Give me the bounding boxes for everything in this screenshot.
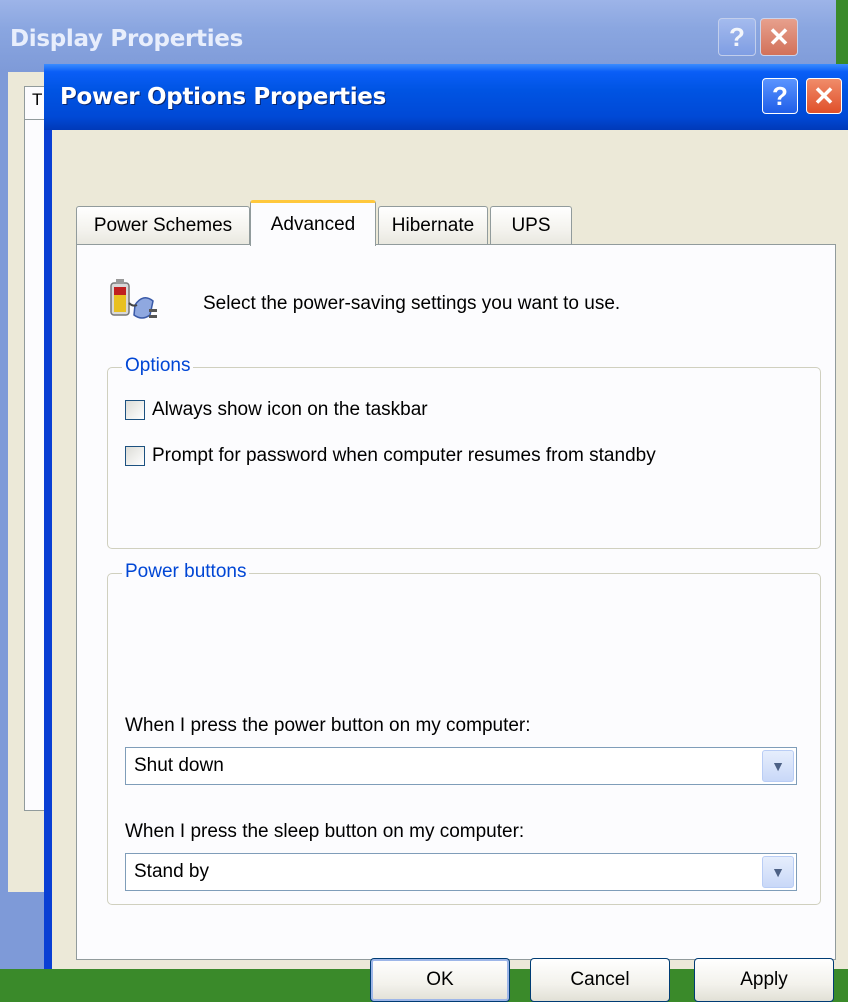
checkbox-box[interactable] [125, 400, 145, 420]
checkbox-label: Always show icon on the taskbar [152, 399, 428, 420]
power-options-titlebar[interactable]: Power Options Properties ? ✕ [44, 64, 848, 130]
window-title: Power Options Properties [60, 84, 386, 110]
ok-button-label: OK [426, 969, 454, 990]
display-tab-peek-label: T [32, 90, 43, 109]
tab-label: UPS [511, 214, 551, 236]
power-options-window: Power Options Properties ? ✕ Power Schem… [44, 64, 848, 1002]
display-properties-title: Display Properties [10, 26, 244, 52]
apply-button[interactable]: Apply [694, 958, 834, 1002]
chevron-down-icon[interactable]: ▼ [762, 750, 794, 782]
dialog-body: Power Schemes Advanced Hibernate UPS Sel… [52, 130, 848, 1002]
help-button[interactable]: ? [762, 78, 798, 114]
power-button-label: When I press the power button on my comp… [125, 715, 531, 736]
close-icon: ✕ [813, 80, 835, 111]
cancel-button-label: Cancel [570, 969, 630, 990]
help-icon: ? [729, 21, 745, 52]
chevron-down-icon[interactable]: ▼ [762, 856, 794, 888]
advanced-tab-panel: Select the power-saving settings you wan… [76, 244, 836, 960]
prompt-password-checkbox[interactable]: Prompt for password when computer resume… [125, 445, 656, 467]
checkbox-box[interactable] [125, 446, 145, 466]
always-show-icon-checkbox[interactable]: Always show icon on the taskbar [125, 399, 428, 421]
power-button-select[interactable]: Shut down ▼ [125, 747, 797, 785]
tab-advanced[interactable]: Advanced [250, 200, 376, 246]
sleep-button-select[interactable]: Stand by ▼ [125, 853, 797, 891]
sleep-button-value: Stand by [134, 861, 209, 882]
power-buttons-group-label: Power buttons [122, 561, 250, 583]
tab-label: Advanced [270, 213, 356, 235]
close-icon: ✕ [768, 21, 790, 52]
options-group-label: Options [122, 355, 194, 377]
intro-text: Select the power-saving settings you wan… [203, 293, 621, 314]
power-button-value: Shut down [134, 755, 224, 776]
checkbox-label: Prompt for password when computer resume… [152, 445, 656, 466]
tab-ups[interactable]: UPS [490, 206, 572, 244]
tab-label: Power Schemes [93, 214, 233, 236]
tab-label: Hibernate [391, 214, 475, 236]
tab-hibernate[interactable]: Hibernate [378, 206, 488, 244]
help-icon: ? [772, 80, 788, 111]
display-help-button[interactable]: ? [718, 18, 756, 56]
display-close-button[interactable]: ✕ [760, 18, 798, 56]
display-properties-titlebar: Display Properties ? ✕ [0, 0, 836, 72]
apply-button-label: Apply [740, 969, 788, 990]
power-plug-battery-icon [110, 279, 157, 319]
sleep-button-label: When I press the sleep button on my comp… [125, 821, 525, 842]
ok-button[interactable]: OK [370, 958, 510, 1002]
tab-power-schemes[interactable]: Power Schemes [76, 206, 250, 244]
close-button[interactable]: ✕ [806, 78, 842, 114]
cancel-button[interactable]: Cancel [530, 958, 670, 1002]
